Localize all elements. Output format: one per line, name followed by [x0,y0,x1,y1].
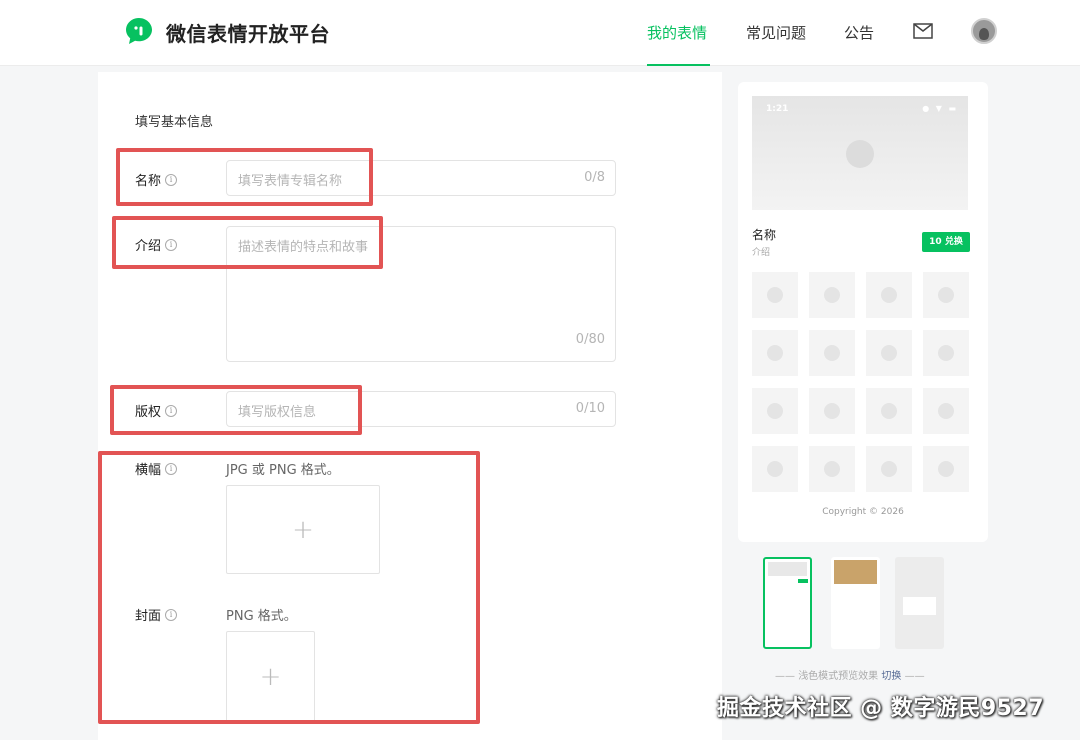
nav-announcements[interactable]: 公告 [844,22,874,43]
active-nav-indicator [647,64,710,66]
sticker-placeholder [923,272,969,318]
sticker-placeholder [866,330,912,376]
intro-counter: 0/80 [575,332,605,347]
preview-copyright: Copyright © 2026 [822,507,904,517]
preview-card: 1:21 ● ▼ ▬ 名称 介绍 10 兑换 Copyright © 2026 [738,82,988,542]
sticker-placeholder [809,272,855,318]
sticker-placeholder [752,272,798,318]
preview-thumb-cover[interactable] [831,557,880,649]
preview-badge: 10 兑换 [922,232,970,252]
mail-icon[interactable] [913,23,933,39]
highlight-box-intro [112,216,383,269]
status-icons: ● ▼ ▬ [922,104,958,113]
sticker-placeholder [809,330,855,376]
sticker-placeholder [752,330,798,376]
nav-my-stickers[interactable]: 我的表情 [647,22,707,43]
status-time: 1:21 [766,104,789,114]
switch-link[interactable]: 切换 [881,671,901,682]
sticker-placeholder [809,388,855,434]
nav-faq[interactable]: 常见问题 [746,22,806,43]
preview-mode-toggle: —— 浅色模式预览效果 切换 —— [775,667,925,682]
copyright-counter: 0/10 [575,401,605,416]
sticker-placeholder [809,446,855,492]
preview-phone-header: 1:21 ● ▼ ▬ [752,96,968,210]
sticker-placeholder [866,446,912,492]
preview-thumb-light[interactable] [763,557,812,649]
sticker-placeholder [866,272,912,318]
sticker-placeholder [923,446,969,492]
preview-mode-text: 浅色模式预览效果 [798,671,879,682]
section-title: 填写基本信息 [135,115,214,130]
preview-desc: 介绍 [752,248,771,258]
sticker-placeholder [923,388,969,434]
highlight-box-copyright [110,385,362,435]
mode-dash-left: —— [775,671,799,682]
top-header: 微信表情开放平台 我的表情 常见问题 公告 [0,0,1080,66]
highlight-box-images [98,451,480,724]
sticker-placeholder [752,446,798,492]
preview-thumb-dark[interactable] [895,557,944,649]
wechat-sticker-logo-icon[interactable] [123,15,155,47]
name-counter: 0/8 [584,170,605,185]
brand-title[interactable]: 微信表情开放平台 [166,18,330,47]
preview-avatar-icon [846,140,874,168]
highlight-box-name [116,148,373,206]
sticker-placeholder [752,388,798,434]
preview-sticker-grid [752,272,969,492]
watermark-text: 掘金技术社区 @ 数字游民9527 [717,696,1045,721]
mode-dash-right: —— [904,671,925,682]
sticker-placeholder [923,330,969,376]
preview-name: 名称 [752,228,777,242]
sticker-placeholder [866,388,912,434]
user-avatar[interactable] [971,18,997,44]
